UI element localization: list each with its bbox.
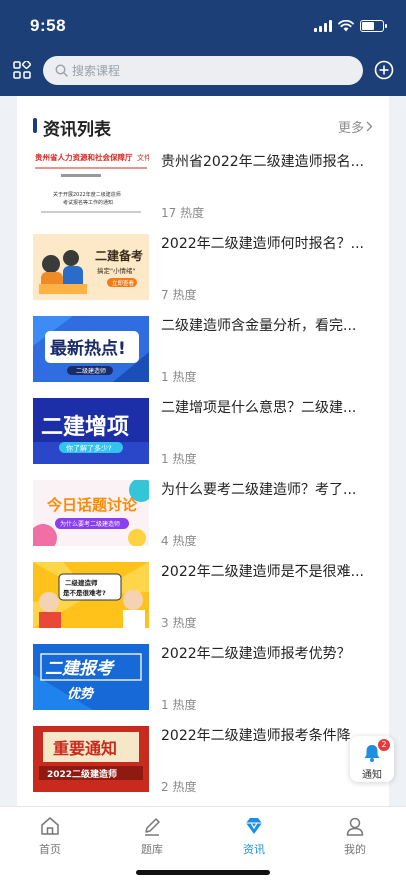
- news-heat: 1 热度: [161, 698, 197, 712]
- news-heat: 4 热度: [161, 534, 197, 548]
- news-heat: 2 热度: [161, 780, 197, 794]
- tab-profile[interactable]: 我的: [325, 815, 385, 857]
- news-title: 2022年二级建造师报考优势？: [161, 646, 351, 662]
- news-thumbnail: 最新热点! 二级建造师: [33, 316, 149, 382]
- svg-text:优势: 优势: [67, 686, 95, 702]
- svg-text:文件: 文件: [137, 153, 149, 162]
- news-heat: 3 热度: [161, 616, 197, 630]
- news-item[interactable]: 二建增项 你了解了多少? 二建增项是什么意思？二级建... 1 热度: [33, 398, 373, 466]
- svg-text:2022二级建造师: 2022二级建造师: [47, 768, 117, 780]
- user-icon: [346, 817, 364, 836]
- chevron-right-icon: [366, 121, 373, 132]
- svg-text:重要通知: 重要通知: [53, 739, 117, 758]
- tab-home[interactable]: 首页: [20, 815, 80, 857]
- notification-button[interactable]: 2 通知: [350, 736, 394, 782]
- tab-news[interactable]: 资讯: [224, 815, 284, 857]
- svg-text:二建报考: 二建报考: [45, 659, 115, 679]
- svg-text:今日话题讨论: 今日话题讨论: [46, 496, 138, 514]
- svg-text:为什么要考二级建造师: 为什么要考二级建造师: [60, 520, 120, 528]
- section-header: 资讯列表 更多: [17, 96, 389, 152]
- svg-text:是不是很难考?: 是不是很难考?: [62, 588, 106, 597]
- search-input[interactable]: 搜索课程: [43, 56, 363, 85]
- news-item[interactable]: 今日话题讨论 为什么要考二级建造师 为什么要考二级建造师？考了... 4 热度: [33, 480, 373, 548]
- news-item[interactable]: 二级建造师 是不是很难考? 2022年二级建造师是不是很难... 3 热度: [33, 562, 373, 630]
- news-heat: 7 热度: [161, 288, 197, 302]
- news-card: 资讯列表 更多 贵州省人力资源和社会保障厅 文件 关于开展2022年度二级建造师…: [17, 96, 389, 816]
- more-link[interactable]: 更多: [338, 117, 373, 136]
- news-heat: 1 热度: [161, 370, 197, 384]
- pencil-icon: [145, 818, 160, 836]
- news-item[interactable]: 二建备考 搞定"小情绪" 立即查看 2022年二级建造师何时报名？... 7 热…: [33, 234, 373, 302]
- svg-text:贵州省人力资源和社会保障厅: 贵州省人力资源和社会保障厅: [35, 152, 133, 162]
- section-title: 资讯列表: [43, 120, 111, 140]
- news-thumbnail: 重要通知 2022二级建造师: [33, 726, 149, 792]
- category-grid-icon[interactable]: [13, 61, 31, 79]
- news-item[interactable]: 二建报考 优势 2022年二级建造师报考优势？ 1 热度: [33, 644, 373, 712]
- news-title: 2022年二级建造师何时报名？...: [161, 236, 364, 252]
- svg-text:二建备考: 二建备考: [95, 248, 143, 263]
- search-icon: [55, 64, 68, 77]
- svg-text:立即查看: 立即查看: [112, 279, 135, 287]
- status-bar: 9:58: [30, 14, 387, 38]
- news-thumbnail: 二建报考 优势: [33, 644, 149, 710]
- top-header: 9:58 搜索课程: [0, 0, 406, 96]
- section-accent-bar: [33, 118, 37, 133]
- news-heat: 1 热度: [161, 452, 197, 466]
- cellular-signal-icon: [314, 20, 332, 32]
- svg-text:考试报名等工作的通知: 考试报名等工作的通知: [63, 199, 113, 206]
- news-title: 2022年二级建造师报考条件降: [161, 728, 351, 744]
- svg-text:二建增项: 二建增项: [41, 414, 129, 440]
- news-thumbnail: 今日话题讨论 为什么要考二级建造师: [33, 480, 149, 546]
- news-item[interactable]: 最新热点! 二级建造师 二级建造师含金量分析，看完... 1 热度: [33, 316, 373, 384]
- tab-question-bank[interactable]: 题库: [122, 815, 182, 857]
- svg-text:二级建造师: 二级建造师: [76, 367, 106, 375]
- news-thumbnail: 二建备考 搞定"小情绪" 立即查看: [33, 234, 149, 300]
- news-item[interactable]: 重要通知 2022二级建造师 2022年二级建造师报考条件降 2 热度: [33, 726, 373, 794]
- news-title: 2022年二级建造师是不是很难...: [161, 564, 364, 580]
- wifi-icon: [338, 20, 354, 32]
- svg-text:你了解了多少?: 你了解了多少?: [66, 444, 112, 453]
- diamond-icon: [246, 818, 262, 834]
- home-indicator: [136, 870, 270, 875]
- news-thumbnail: 二建增项 你了解了多少?: [33, 398, 149, 464]
- notification-badge: 2: [378, 739, 390, 751]
- search-bar-row: 搜索课程: [0, 55, 406, 87]
- svg-text:关于开展2022年度二级建造师: 关于开展2022年度二级建造师: [53, 191, 121, 198]
- svg-text:最新热点!: 最新热点!: [50, 338, 126, 359]
- news-thumbnail: 贵州省人力资源和社会保障厅 文件 关于开展2022年度二级建造师 考试报名等工作…: [33, 152, 149, 218]
- status-time: 9:58: [30, 16, 67, 35]
- svg-text:二级建造师: 二级建造师: [65, 578, 98, 587]
- home-icon: [41, 817, 59, 835]
- news-heat: 17 热度: [161, 206, 205, 220]
- battery-icon: [360, 20, 387, 32]
- news-title: 贵州省2022年二级建造师报名...: [161, 154, 364, 170]
- svg-text:搞定"小情绪": 搞定"小情绪": [97, 266, 135, 275]
- news-title: 二级建造师含金量分析，看完...: [161, 318, 357, 334]
- news-thumbnail: 二级建造师 是不是很难考?: [33, 562, 149, 628]
- add-circle-icon[interactable]: [374, 60, 394, 80]
- notification-label: 通知: [362, 770, 382, 781]
- news-item[interactable]: 贵州省人力资源和社会保障厅 文件 关于开展2022年度二级建造师 考试报名等工作…: [33, 152, 373, 220]
- news-title: 为什么要考二级建造师？考了...: [161, 482, 357, 498]
- bottom-tab-bar: 首页 题库 资讯 我的: [0, 806, 406, 888]
- search-placeholder: 搜索课程: [72, 64, 121, 78]
- news-title: 二建增项是什么意思？二级建...: [161, 400, 357, 416]
